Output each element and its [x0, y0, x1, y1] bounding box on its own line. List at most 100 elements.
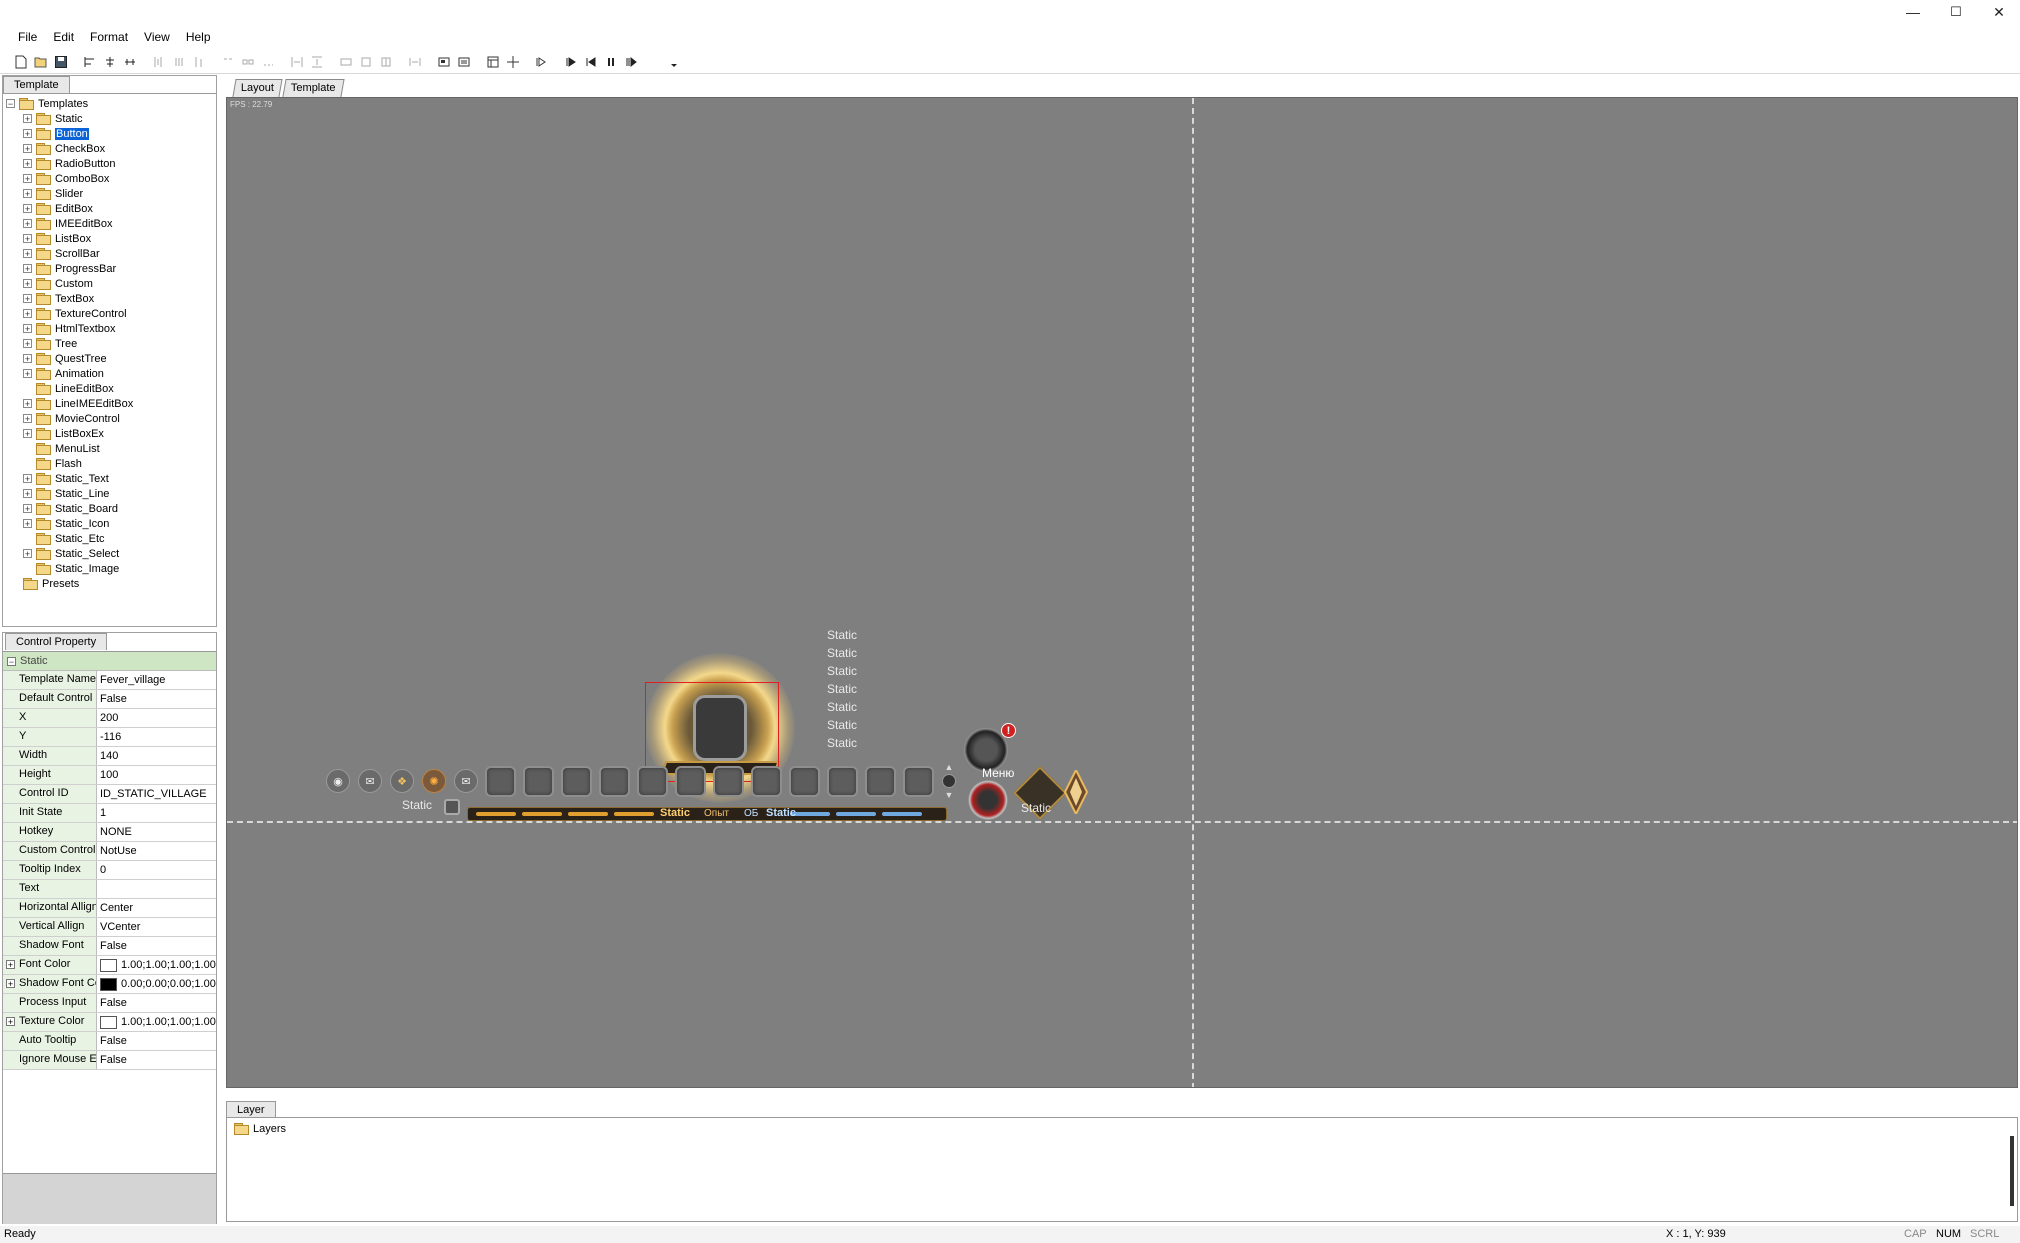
left-static-label[interactable]: Static	[402, 798, 432, 812]
property-row[interactable]: + Texture Color 1.00;1.00;1.00;1.00	[3, 1013, 216, 1032]
expand-icon[interactable]: +	[23, 234, 32, 244]
test-icon[interactable]	[455, 53, 472, 70]
property-row[interactable]: X 200	[3, 709, 216, 728]
quickslot-page-switch[interactable]: ▲ ▼	[941, 762, 957, 800]
center-h-icon[interactable]	[337, 53, 354, 70]
property-value[interactable]: 0.00;0.00;0.00;1.00	[97, 975, 216, 993]
property-value[interactable]: Fever_village	[97, 671, 216, 689]
pause-icon[interactable]	[602, 53, 619, 70]
property-value[interactable]: 0	[97, 861, 216, 879]
tree-item[interactable]: + Tree	[23, 336, 77, 351]
expand-icon[interactable]: +	[23, 549, 32, 559]
expand-icon[interactable]: +	[23, 219, 32, 229]
tab-layout[interactable]: Layout	[232, 79, 283, 97]
expand-icon[interactable]: +	[23, 264, 32, 274]
quickslot[interactable]	[789, 766, 820, 797]
tree-item[interactable]: + Custom	[23, 276, 93, 291]
message-icon[interactable]: ✉	[454, 769, 478, 793]
debug-icon[interactable]	[533, 53, 550, 70]
property-row[interactable]: Y -116	[3, 728, 216, 747]
tree-item[interactable]: + LineIMEEditBox	[23, 396, 133, 411]
play-icon[interactable]	[562, 53, 579, 70]
color-swatch[interactable]	[100, 958, 117, 972]
tree-item[interactable]: + ComboBox	[23, 171, 109, 186]
expand-icon[interactable]: +	[23, 429, 32, 439]
align-middle-icon[interactable]	[170, 53, 187, 70]
arrow-up-icon[interactable]: ▲	[945, 762, 954, 772]
property-value[interactable]: False	[97, 690, 216, 708]
expand-icon[interactable]: +	[23, 339, 32, 349]
step-back-icon[interactable]	[582, 53, 599, 70]
tree-item[interactable]: + MovieControl	[23, 411, 120, 426]
property-value[interactable]: NotUse	[97, 842, 216, 860]
property-row[interactable]: Horizontal Allign Center	[3, 899, 216, 918]
maximize-button[interactable]: ☐	[1933, 0, 1979, 24]
template-panel-tab[interactable]: Template	[3, 76, 70, 93]
property-row[interactable]: Template Name Fever_village	[3, 671, 216, 690]
tree-item[interactable]: Static_Image	[23, 561, 119, 576]
close-button[interactable]: ✕	[1976, 0, 2020, 24]
tree-item[interactable]: MenuList	[23, 441, 100, 456]
property-value[interactable]: False	[97, 994, 216, 1012]
menu-label[interactable]: Меню	[982, 766, 1014, 780]
expand-icon[interactable]: +	[23, 504, 32, 514]
align-bottom-icon[interactable]	[190, 53, 207, 70]
property-value[interactable]: False	[97, 1032, 216, 1050]
property-value[interactable]: False	[97, 1051, 216, 1069]
property-row[interactable]: Hotkey NONE	[3, 823, 216, 842]
expand-icon[interactable]: +	[23, 324, 32, 334]
tree-root-templates[interactable]: − Templates	[6, 96, 88, 111]
tree-item[interactable]: + ListBox	[23, 231, 91, 246]
center-v-icon[interactable]	[357, 53, 374, 70]
static-label[interactable]: Static	[827, 700, 857, 714]
menu-view[interactable]: View	[136, 30, 178, 44]
property-row[interactable]: Auto Tooltip False	[3, 1032, 216, 1051]
minimize-button[interactable]: —	[1890, 0, 1936, 24]
tree-item[interactable]: + QuestTree	[23, 351, 107, 366]
quickslot[interactable]	[675, 766, 706, 797]
expand-icon[interactable]: +	[23, 249, 32, 259]
tree-item[interactable]: + CheckBox	[23, 141, 105, 156]
property-row[interactable]: Shadow Font False	[3, 937, 216, 956]
property-row[interactable]: Ignore Mouse EventFalse	[3, 1051, 216, 1070]
property-row[interactable]: Height 100	[3, 766, 216, 785]
distribute-v-icon[interactable]	[239, 53, 256, 70]
step-forward-icon[interactable]	[622, 53, 639, 70]
expand-icon[interactable]: +	[23, 189, 32, 199]
static-label[interactable]: Static	[827, 628, 857, 642]
tree-item[interactable]: + Static	[23, 111, 83, 126]
expand-icon[interactable]: +	[23, 519, 32, 529]
property-row[interactable]: Tooltip Index 0	[3, 861, 216, 880]
property-group-header[interactable]: − Static	[3, 652, 216, 671]
eye-icon[interactable]: ◉	[326, 769, 350, 793]
crystal-icon[interactable]	[1063, 767, 1089, 817]
tree-item[interactable]: Flash	[23, 456, 82, 471]
tree-item[interactable]: + HtmlTextbox	[23, 321, 116, 336]
property-row[interactable]: + Shadow Font Color 0.00;0.00;0.00;1.00	[3, 975, 216, 994]
property-value[interactable]: -116	[97, 728, 216, 746]
property-value[interactable]: VCenter	[97, 918, 216, 936]
same-size-icon[interactable]	[308, 53, 325, 70]
tree-item[interactable]: + ProgressBar	[23, 261, 116, 276]
tree-item[interactable]: + Static_Text	[23, 471, 109, 486]
property-value[interactable]: 1.00;1.00;1.00;1.00	[97, 1013, 216, 1031]
expand-icon[interactable]: +	[6, 960, 15, 970]
property-value[interactable]: 1	[97, 804, 216, 822]
menu-help[interactable]: Help	[178, 30, 219, 44]
collapse-icon[interactable]: −	[7, 656, 16, 666]
property-value[interactable]: ID_STATIC_VILLAGE	[97, 785, 216, 803]
right-static-label[interactable]: Static	[1021, 801, 1051, 815]
property-row[interactable]: Text	[3, 880, 216, 899]
align-top-icon[interactable]	[150, 53, 167, 70]
open-folder-icon[interactable]	[32, 53, 49, 70]
collapse-icon[interactable]: −	[6, 99, 15, 109]
property-row[interactable]: + Font Color 1.00;1.00;1.00;1.00	[3, 956, 216, 975]
quickslot[interactable]	[485, 766, 516, 797]
quickslot[interactable]	[827, 766, 858, 797]
tree-item[interactable]: + TextBox	[23, 291, 94, 306]
expand-icon[interactable]: +	[23, 114, 32, 124]
tree-item[interactable]: + Static_Select	[23, 546, 119, 561]
tree-item[interactable]: + Button	[23, 126, 89, 141]
property-row[interactable]: Init State 1	[3, 804, 216, 823]
expand-icon[interactable]: +	[6, 979, 15, 989]
